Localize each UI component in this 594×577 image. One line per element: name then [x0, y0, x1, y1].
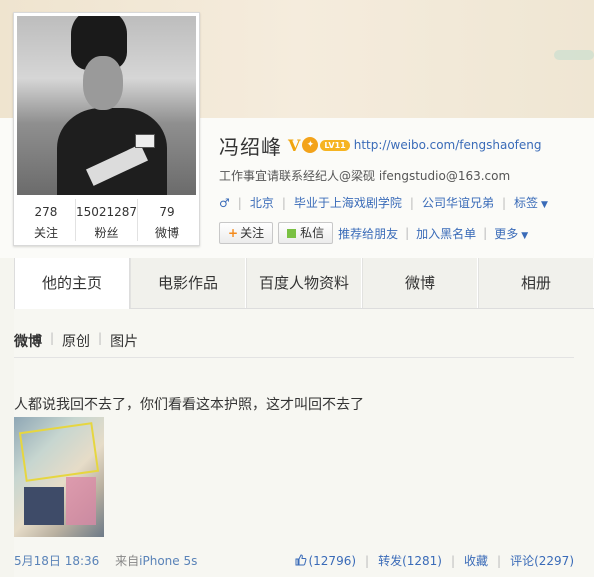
- stat-label: 关注: [33, 226, 58, 240]
- recommend-link[interactable]: 推荐给朋友: [338, 225, 398, 242]
- filter-images[interactable]: 图片: [110, 331, 138, 351]
- tab-album[interactable]: 相册: [478, 258, 594, 308]
- verified-icon[interactable]: V: [288, 136, 300, 155]
- follow-label: 关注: [240, 226, 265, 240]
- stat-label: 粉丝: [94, 226, 119, 240]
- source-prefix: 来自: [115, 554, 140, 568]
- like-button[interactable]: (12796): [295, 554, 356, 568]
- male-icon: ♂: [219, 195, 230, 210]
- profile-info-row: ♂ | 北京 | 毕业于上海戏剧学院 | 公司华谊兄弟 | 标签 ▼: [219, 194, 548, 211]
- level-badge[interactable]: LV11: [320, 139, 350, 151]
- post-image-thumbnail[interactable]: [14, 417, 104, 537]
- stat-number: 79: [159, 205, 175, 219]
- message-label: 私信: [300, 226, 325, 240]
- post-text: 人都说我回不去了，你们看看这本护照，这才叫回不去了: [14, 397, 364, 413]
- post-actions: (12796) | 转发(1281) | 收藏 | 评论(2297): [295, 552, 574, 569]
- education-link[interactable]: 毕业于上海戏剧学院: [294, 194, 402, 211]
- company-link[interactable]: 公司华谊兄弟: [422, 194, 494, 211]
- avatar-card: 278 关注 15021287 粉丝 79 微博: [13, 12, 200, 246]
- avatar[interactable]: [17, 16, 196, 195]
- stat-number: 278: [34, 205, 58, 219]
- homepage-link[interactable]: http://weibo.com/fengshaofeng: [354, 138, 542, 152]
- comment-button[interactable]: 评论(2297): [510, 552, 574, 569]
- vip-icon[interactable]: ✦: [302, 137, 319, 153]
- source-link[interactable]: iPhone 5s: [139, 554, 197, 568]
- profile-name: 冯绍峰: [219, 134, 282, 159]
- caret-down-icon: ▼: [541, 200, 548, 210]
- stat-number: 15021287: [75, 205, 138, 219]
- filter-original[interactable]: 原创: [62, 331, 90, 351]
- plus-icon: +: [228, 226, 239, 240]
- message-button[interactable]: 私信: [278, 222, 334, 244]
- stat-followers[interactable]: 15021287 粉丝: [75, 199, 139, 241]
- more-dropdown[interactable]: 更多 ▼: [494, 225, 528, 242]
- stat-posts[interactable]: 79 微博: [138, 199, 196, 241]
- blacklist-link[interactable]: 加入黑名单: [416, 225, 476, 242]
- repost-button[interactable]: 转发(1281): [378, 552, 442, 569]
- action-row: + 关注 私信 推荐给朋友 | 加入黑名单 | 更多 ▼: [219, 222, 528, 244]
- caret-down-icon: ▼: [521, 230, 529, 241]
- tab-baidu-profile[interactable]: 百度人物资料: [246, 258, 362, 308]
- feed-filter: 微博 | 原创 | 图片: [14, 331, 139, 351]
- message-icon: [287, 229, 297, 238]
- stat-label: 微博: [155, 226, 180, 240]
- tags-dropdown[interactable]: 标签 ▼: [514, 194, 548, 211]
- tab-home[interactable]: 他的主页: [14, 258, 130, 309]
- name-row: 冯绍峰 V ✦ LV11 http://weibo.com/fengshaofe…: [219, 132, 542, 159]
- profile-intro: 工作事宜请联系经纪人@梁砚 ifengstudio@163.com: [219, 169, 511, 183]
- post-source: 来自iPhone 5s: [115, 554, 197, 568]
- filter-all[interactable]: 微博: [14, 331, 42, 351]
- favorite-button[interactable]: 收藏: [464, 552, 488, 569]
- tab-films[interactable]: 电影作品: [130, 258, 246, 308]
- more-label: 更多: [494, 226, 519, 241]
- post-time[interactable]: 5月18日 18:36: [14, 554, 99, 568]
- location-link[interactable]: 北京: [250, 194, 274, 211]
- thumbs-up-icon: [295, 553, 307, 565]
- divider: [14, 357, 574, 358]
- follow-button[interactable]: + 关注: [219, 222, 274, 244]
- profile-tabs: 他的主页 电影作品 百度人物资料 微博 相册: [14, 258, 594, 309]
- stat-following[interactable]: 278 关注: [17, 199, 76, 241]
- tab-weibo[interactable]: 微博: [362, 258, 478, 308]
- tags-label: 标签: [514, 196, 539, 210]
- stats-bar: 278 关注 15021287 粉丝 79 微博: [17, 199, 196, 241]
- like-count: (12796): [308, 553, 357, 568]
- post-footer: 5月18日 18:36 来自iPhone 5s (12796) | 转发(128…: [14, 552, 580, 569]
- feed-area: 微博 | 原创 | 图片 人都说我回不去了，你们看看这本护照，这才叫回不去了 5…: [14, 309, 594, 577]
